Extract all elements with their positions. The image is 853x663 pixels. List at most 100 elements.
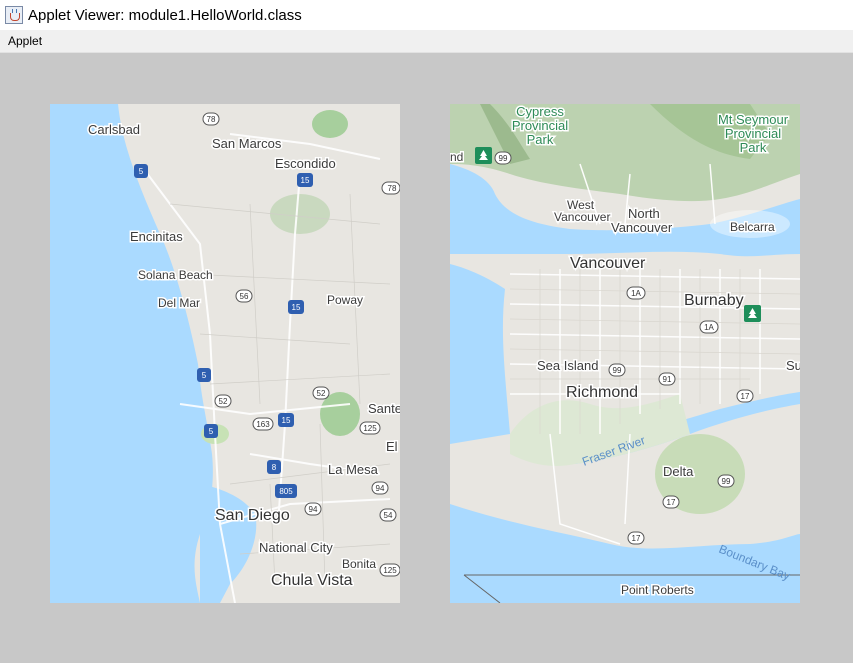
svg-text:78: 78 bbox=[388, 184, 397, 193]
menu-applet[interactable]: Applet bbox=[8, 34, 42, 48]
svg-text:125: 125 bbox=[383, 566, 397, 575]
map-san-diego-graphic: Carlsbad San Marcos Escondido Encinitas … bbox=[50, 104, 400, 603]
place-label: National City bbox=[259, 540, 333, 555]
place-label: Point Roberts bbox=[621, 583, 694, 597]
svg-text:94: 94 bbox=[309, 505, 318, 514]
route-shield: 125 bbox=[359, 421, 381, 435]
svg-text:17: 17 bbox=[632, 534, 641, 543]
park-icon bbox=[744, 305, 761, 322]
menu-bar: Applet bbox=[0, 30, 853, 53]
place-label: Carlsbad bbox=[88, 122, 140, 137]
svg-text:5: 5 bbox=[209, 427, 214, 436]
svg-text:1A: 1A bbox=[704, 323, 714, 332]
park-label: Cypress bbox=[516, 104, 564, 119]
place-label: Sea Island bbox=[537, 358, 598, 373]
svg-text:805: 805 bbox=[279, 487, 293, 496]
place-label: Vancouver bbox=[570, 255, 646, 272]
java-icon bbox=[5, 6, 23, 24]
route-shield: 91 bbox=[658, 372, 676, 386]
svg-text:17: 17 bbox=[667, 498, 676, 507]
map-vancouver-graphic: Cypress Provincial Park Mt Seymour Provi… bbox=[450, 104, 800, 603]
place-label: Delta bbox=[663, 464, 694, 479]
interstate-shield: 15 bbox=[297, 173, 313, 187]
park-label: Park bbox=[527, 132, 554, 147]
svg-text:99: 99 bbox=[722, 477, 731, 486]
interstate-shield: 805 bbox=[275, 484, 297, 498]
place-label: Burnaby bbox=[684, 292, 744, 309]
interstate-shield: 15 bbox=[278, 413, 294, 427]
map-san-diego: Carlsbad San Marcos Escondido Encinitas … bbox=[50, 104, 400, 603]
interstate-shield: 15 bbox=[288, 300, 304, 314]
park-label: Mt Seymour bbox=[718, 112, 789, 127]
route-shield: 99 bbox=[608, 363, 626, 377]
place-label: Poway bbox=[327, 293, 363, 307]
route-shield: 17 bbox=[736, 389, 754, 403]
route-shield: 17 bbox=[627, 531, 645, 545]
place-label: El Ca bbox=[386, 439, 400, 454]
place-label: North bbox=[628, 206, 660, 221]
svg-text:8: 8 bbox=[272, 463, 277, 472]
route-shield: 1A bbox=[626, 286, 646, 300]
place-label: Solana Beach bbox=[138, 268, 213, 282]
svg-text:17: 17 bbox=[741, 392, 750, 401]
route-shield: 52 bbox=[214, 394, 232, 408]
route-shield: 94 bbox=[304, 502, 322, 516]
route-shield: 17 bbox=[662, 495, 680, 509]
place-label: Vancouver bbox=[554, 210, 610, 224]
svg-text:91: 91 bbox=[663, 375, 672, 384]
place-label: Encinitas bbox=[130, 229, 183, 244]
place-label: Richmond bbox=[566, 384, 638, 401]
route-shield: 52 bbox=[312, 386, 330, 400]
route-shield: 54 bbox=[379, 508, 397, 522]
park-icon bbox=[475, 147, 492, 164]
place-label: Su bbox=[786, 358, 800, 373]
park-label: Provincial bbox=[512, 118, 568, 133]
interstate-shield: 8 bbox=[267, 460, 281, 474]
svg-text:1A: 1A bbox=[631, 289, 641, 298]
route-shield: 78 bbox=[381, 181, 400, 195]
place-label: Del Mar bbox=[158, 296, 200, 310]
svg-text:163: 163 bbox=[256, 420, 270, 429]
svg-text:15: 15 bbox=[282, 416, 291, 425]
svg-text:125: 125 bbox=[363, 424, 377, 433]
route-shield: 99 bbox=[494, 151, 512, 165]
svg-text:5: 5 bbox=[139, 167, 144, 176]
svg-text:99: 99 bbox=[499, 154, 508, 163]
title-bar: Applet Viewer: module1.HelloWorld.class bbox=[0, 0, 853, 30]
route-shield: 99 bbox=[717, 474, 735, 488]
place-label: Chula Vista bbox=[271, 572, 353, 589]
route-shield: 78 bbox=[202, 112, 220, 126]
svg-text:78: 78 bbox=[207, 115, 216, 124]
place-label: San Diego bbox=[215, 507, 290, 524]
svg-text:56: 56 bbox=[240, 292, 249, 301]
route-shield: 125 bbox=[379, 563, 400, 577]
interstate-shield: 5 bbox=[197, 368, 211, 382]
route-shield: 1A bbox=[699, 320, 719, 334]
svg-text:52: 52 bbox=[317, 389, 326, 398]
route-shield: 56 bbox=[235, 289, 253, 303]
interstate-shield: 5 bbox=[204, 424, 218, 438]
svg-text:5: 5 bbox=[202, 371, 207, 380]
svg-text:15: 15 bbox=[301, 176, 310, 185]
svg-text:54: 54 bbox=[384, 511, 393, 520]
place-label: San Marcos bbox=[212, 136, 282, 151]
interstate-shield: 5 bbox=[134, 164, 148, 178]
place-label: Belcarra bbox=[730, 220, 775, 234]
svg-text:99: 99 bbox=[613, 366, 622, 375]
park-label: Park bbox=[740, 140, 767, 155]
place-label: Vancouver bbox=[611, 220, 673, 235]
park-label: Provincial bbox=[725, 126, 781, 141]
place-label: La Mesa bbox=[328, 462, 379, 477]
place-label: Bonita bbox=[342, 557, 376, 571]
map-vancouver: Cypress Provincial Park Mt Seymour Provi… bbox=[450, 104, 800, 603]
place-label: Sante bbox=[368, 401, 400, 416]
svg-text:15: 15 bbox=[292, 303, 301, 312]
applet-canvas: Carlsbad San Marcos Escondido Encinitas … bbox=[0, 54, 853, 663]
route-shield: 163 bbox=[252, 417, 274, 431]
route-shield: 94 bbox=[371, 481, 389, 495]
place-label: Escondido bbox=[275, 156, 336, 171]
place-label: nd bbox=[450, 150, 463, 164]
window-title: Applet Viewer: module1.HelloWorld.class bbox=[28, 6, 302, 24]
svg-text:94: 94 bbox=[376, 484, 385, 493]
svg-text:52: 52 bbox=[219, 397, 228, 406]
